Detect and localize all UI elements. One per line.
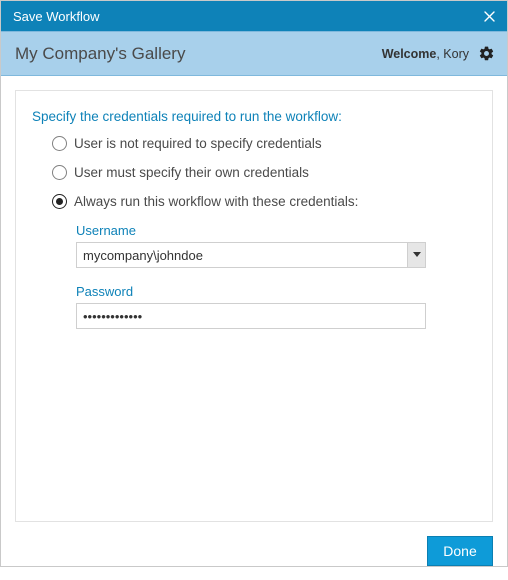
gallery-title: My Company's Gallery [15, 44, 382, 64]
subheader-bar: My Company's Gallery Welcome, Kory [1, 31, 507, 76]
instruction-text: Specify the credentials required to run … [32, 109, 476, 124]
radio-icon [52, 165, 67, 180]
password-label: Password [76, 284, 426, 299]
radio-label: User is not required to specify credenti… [74, 136, 322, 151]
password-input[interactable] [76, 303, 426, 329]
radio-label: Always run this workflow with these cred… [74, 194, 358, 209]
username-label: Username [76, 223, 426, 238]
close-icon[interactable] [481, 8, 497, 24]
welcome-text: Welcome, Kory [382, 47, 469, 61]
radio-option-fixed-credentials[interactable]: Always run this workflow with these cred… [52, 194, 476, 209]
radio-label: User must specify their own credentials [74, 165, 309, 180]
credential-fields: Username Password [76, 223, 426, 329]
radio-icon [52, 194, 67, 209]
radio-icon [52, 136, 67, 151]
dropdown-button[interactable] [407, 243, 425, 267]
chevron-down-icon [413, 252, 421, 258]
dialog-footer: Done [1, 536, 507, 580]
done-button[interactable]: Done [427, 536, 493, 566]
gear-icon[interactable] [477, 45, 495, 63]
welcome-label: Welcome [382, 47, 437, 61]
radio-option-no-credentials[interactable]: User is not required to specify credenti… [52, 136, 476, 151]
dialog-titlebar: Save Workflow [1, 1, 507, 31]
content-panel: Specify the credentials required to run … [15, 90, 493, 522]
username-combo [76, 242, 426, 268]
welcome-username: Kory [443, 47, 469, 61]
content-outer: Specify the credentials required to run … [1, 76, 507, 536]
username-input[interactable] [76, 242, 426, 268]
dialog-title: Save Workflow [13, 9, 481, 24]
radio-option-user-credentials[interactable]: User must specify their own credentials [52, 165, 476, 180]
